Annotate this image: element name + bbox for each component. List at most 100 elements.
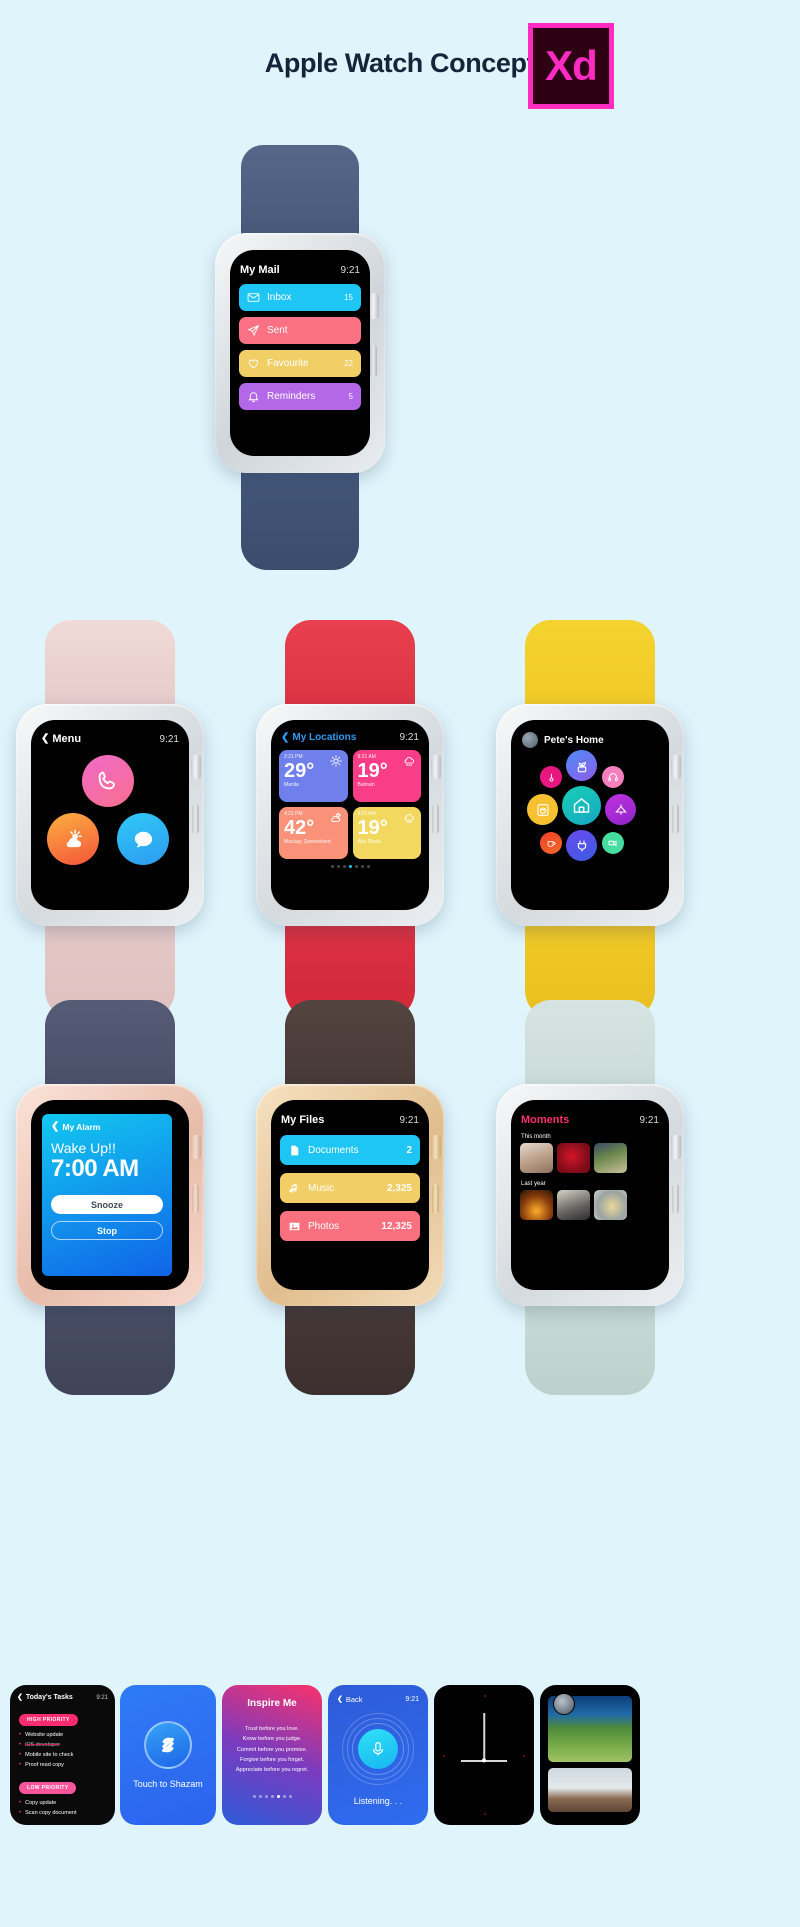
side-button[interactable]	[432, 1184, 439, 1214]
watch-screen-mail[interactable]: My Mail 9:21 Inbox 15 Sent Favourite 22	[230, 250, 370, 456]
side-button[interactable]	[432, 804, 439, 834]
shazam-glyph	[162, 1737, 174, 1753]
digital-crown[interactable]	[191, 1135, 201, 1159]
bullet-icon: •	[19, 1800, 22, 1806]
poster-canvas: Apple Watch Concept Xd My Mail 9:21 Inbo…	[0, 0, 800, 1927]
chevron-left-icon: ❮	[51, 1121, 60, 1132]
watch-screen-menu[interactable]: ❮ Menu 9:21	[31, 720, 189, 910]
camera-icon[interactable]	[602, 832, 624, 854]
mail-row-count: 5	[348, 392, 353, 401]
weather-card-abudhabi[interactable]: 9:21 AM 19° Abu Dhabi	[352, 807, 421, 859]
side-button[interactable]	[672, 804, 679, 834]
clock-face-card[interactable]	[434, 1685, 534, 1825]
mail-row-inbox[interactable]: Inbox 15	[239, 284, 361, 311]
microphone-glyph	[372, 1741, 384, 1756]
mountain-photo[interactable]	[594, 1143, 627, 1173]
shazam-icon[interactable]	[144, 1721, 192, 1769]
page-dot	[330, 865, 334, 868]
thermometer-icon[interactable]	[540, 766, 562, 788]
mail-row-sent[interactable]: Sent	[239, 317, 361, 344]
weather-glyph	[66, 829, 82, 848]
food-bowl-photo[interactable]	[594, 1190, 627, 1220]
task-item[interactable]: • Mobile site to check	[19, 1752, 115, 1758]
watch-screen-alarm[interactable]: ❮ My Alarm Wake Up!! 7:00 AM Snooze Stop	[31, 1100, 189, 1290]
bullet-icon: •	[19, 1810, 22, 1816]
bullet-icon: •	[19, 1742, 22, 1748]
digital-crown[interactable]	[671, 755, 681, 779]
shazam-card[interactable]: Touch to Shazam	[120, 1685, 216, 1825]
phone-app-icon[interactable]	[82, 755, 134, 807]
status-time: 9:21	[639, 1114, 659, 1126]
paper-plane-icon	[247, 324, 260, 337]
stop-button[interactable]: Stop	[51, 1221, 163, 1241]
digital-crown[interactable]	[671, 1135, 681, 1159]
weather-app-icon[interactable]	[47, 813, 99, 865]
back-label: My Locations	[292, 732, 357, 743]
page-dot	[366, 865, 370, 868]
mail-row-label: Reminders	[267, 391, 316, 402]
siri-card[interactable]: ❮ Back 9:21 Listening. . .	[328, 1685, 428, 1825]
snooze-button[interactable]: Snooze	[51, 1195, 163, 1215]
files-row-music[interactable]: Music 2,325	[280, 1173, 420, 1203]
digital-crown[interactable]	[431, 755, 441, 779]
side-button[interactable]	[672, 1184, 679, 1214]
mail-row-reminders[interactable]: Reminders 5	[239, 383, 361, 410]
side-button[interactable]	[192, 1184, 199, 1214]
photo-feed-card[interactable]	[540, 1685, 640, 1825]
back-label: Today's Tasks	[25, 1694, 73, 1701]
files-row-documents[interactable]: Documents 2	[280, 1135, 420, 1165]
hour-marker-9	[443, 1755, 445, 1757]
lamp-icon[interactable]	[605, 794, 636, 825]
headphones-icon[interactable]	[602, 766, 624, 788]
digital-crown[interactable]	[191, 755, 201, 779]
watch-screen-moments[interactable]: Moments 9:21 This month Last year	[511, 1100, 669, 1290]
watch-screen-files[interactable]: My Files 9:21 Documents 2 Music 2,325 Ph…	[271, 1100, 429, 1290]
back-button[interactable]: ❮ Menu	[41, 733, 81, 745]
task-item[interactable]: • Proof read copy	[19, 1762, 115, 1768]
washer-icon[interactable]	[527, 794, 558, 825]
task-item[interactable]: • Website update	[19, 1732, 115, 1738]
siri-listening-visual[interactable]	[342, 1713, 414, 1785]
mail-row-favourite[interactable]: Favourite 22	[239, 350, 361, 377]
files-row-label: Music	[308, 1182, 335, 1194]
weather-card-bahrain[interactable]: 9:21 AM 19° Bahrain	[352, 750, 421, 802]
hiker-ridge-photo[interactable]	[548, 1768, 632, 1812]
digital-crown[interactable]	[369, 293, 379, 319]
campfire-photo[interactable]	[520, 1190, 553, 1220]
back-label: Menu	[52, 733, 82, 745]
plant-icon[interactable]	[566, 750, 597, 781]
weather-card-mackay[interactable]: 4:21 PM 42° Mackay, Queensland	[279, 807, 348, 859]
hour-marker-6	[484, 1813, 486, 1815]
side-button[interactable]	[370, 345, 377, 377]
page-dots[interactable]	[271, 865, 429, 868]
back-button[interactable]: ❮ Back	[337, 1695, 363, 1704]
pug-photo[interactable]	[520, 1143, 553, 1173]
back-button[interactable]: ❮ My Locations	[281, 732, 356, 743]
files-row-photos[interactable]: Photos 12,325	[280, 1211, 420, 1241]
inspire-card[interactable]: Inspire Me Trust before you love. Know b…	[222, 1685, 322, 1825]
side-button[interactable]	[192, 804, 199, 834]
digital-crown[interactable]	[431, 1135, 441, 1159]
surfers-photo[interactable]	[557, 1190, 590, 1220]
photo-icon	[289, 1222, 300, 1230]
page-dots[interactable]	[222, 1794, 322, 1798]
tasks-card[interactable]: ❮ Today's Tasks 9:21 HIGH PRIORITY • Webs…	[10, 1685, 115, 1825]
status-time: 9:21	[405, 1696, 419, 1703]
messages-app-icon[interactable]	[117, 813, 169, 865]
task-item-completed[interactable]: • iOS developer	[19, 1742, 115, 1748]
red-flower-photo[interactable]	[557, 1143, 590, 1173]
quote-line: Know before you judge.	[242, 1736, 302, 1743]
microphone-icon[interactable]	[358, 1729, 398, 1769]
home-icon[interactable]	[562, 786, 601, 825]
watch-screen-home[interactable]: Pete's Home	[511, 720, 669, 910]
back-button[interactable]: ❮ My Alarm	[51, 1121, 163, 1133]
back-button[interactable]: ❮ Today's Tasks	[17, 1694, 73, 1701]
plug-icon[interactable]	[566, 830, 597, 861]
task-item[interactable]: • Scan copy document	[19, 1810, 115, 1816]
task-item[interactable]: • Copy update	[19, 1800, 115, 1806]
watch-screen-locations[interactable]: ❮ My Locations 9:21 2:21 PM 29° Manila 9…	[271, 720, 429, 910]
coffee-icon[interactable]	[540, 832, 562, 854]
user-avatar[interactable]	[553, 1693, 575, 1715]
weather-card-manila[interactable]: 2:21 PM 29° Manila	[279, 750, 348, 802]
back-label: My Alarm	[62, 1122, 101, 1132]
